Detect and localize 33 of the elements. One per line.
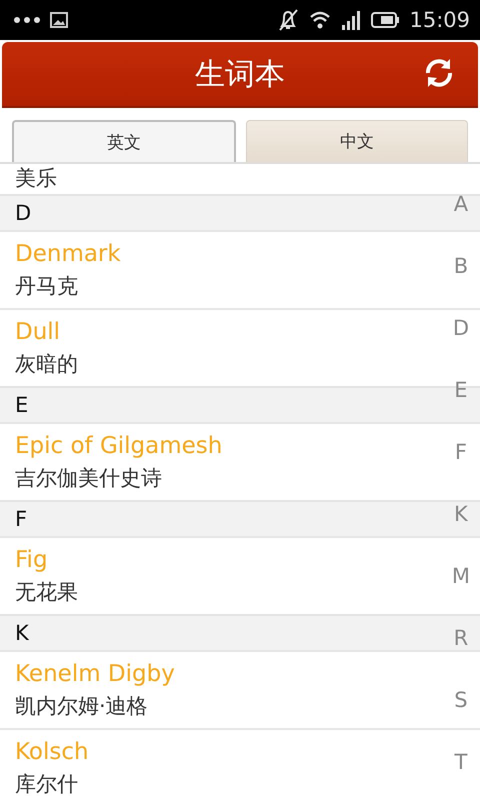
word-text[interactable]: Fig	[15, 544, 48, 576]
index-letter[interactable]: F	[454, 438, 467, 467]
meaning-text: 凯内尔姆·迪格	[15, 693, 148, 720]
word-text[interactable]: Kenelm Digby	[15, 658, 175, 690]
word-text[interactable]: Epic of Gilgamesh	[15, 430, 222, 462]
index-letter[interactable]: T	[454, 748, 468, 777]
tab[interactable]: 中文	[246, 120, 468, 162]
index-letter[interactable]: M	[452, 562, 470, 591]
page-title: 生词本	[195, 56, 285, 94]
more-icon	[14, 16, 40, 24]
index-letter[interactable]: D	[452, 314, 470, 343]
word-text[interactable]: Kolsch	[15, 736, 89, 768]
index-letter[interactable]: S	[454, 686, 468, 715]
muted-bell-icon	[277, 8, 300, 32]
wifi-icon	[309, 11, 332, 29]
meaning-text: 丹马克	[15, 273, 78, 300]
meaning-text: 库尔什	[15, 771, 78, 798]
battery-icon	[371, 11, 400, 29]
index-letter[interactable]: R	[454, 624, 468, 653]
index-letter[interactable]: A	[454, 190, 468, 219]
meaning-text: 吉尔伽美什史诗	[15, 465, 162, 492]
image-icon	[50, 12, 68, 28]
signal-icon	[341, 10, 362, 30]
tab[interactable]: 英文	[12, 120, 236, 162]
word-text[interactable]: Denmark	[15, 238, 121, 270]
index-letter[interactable]: B	[454, 252, 468, 281]
meaning-text: 无花果	[15, 579, 78, 606]
clock-time: 15:09	[409, 8, 470, 32]
index-letter[interactable]: E	[454, 376, 468, 405]
word-text[interactable]: Dull	[15, 316, 60, 348]
meaning-text: 灰暗的	[15, 351, 78, 378]
index-letter[interactable]: K	[454, 500, 468, 529]
meaning-text: 美乐	[15, 165, 57, 192]
